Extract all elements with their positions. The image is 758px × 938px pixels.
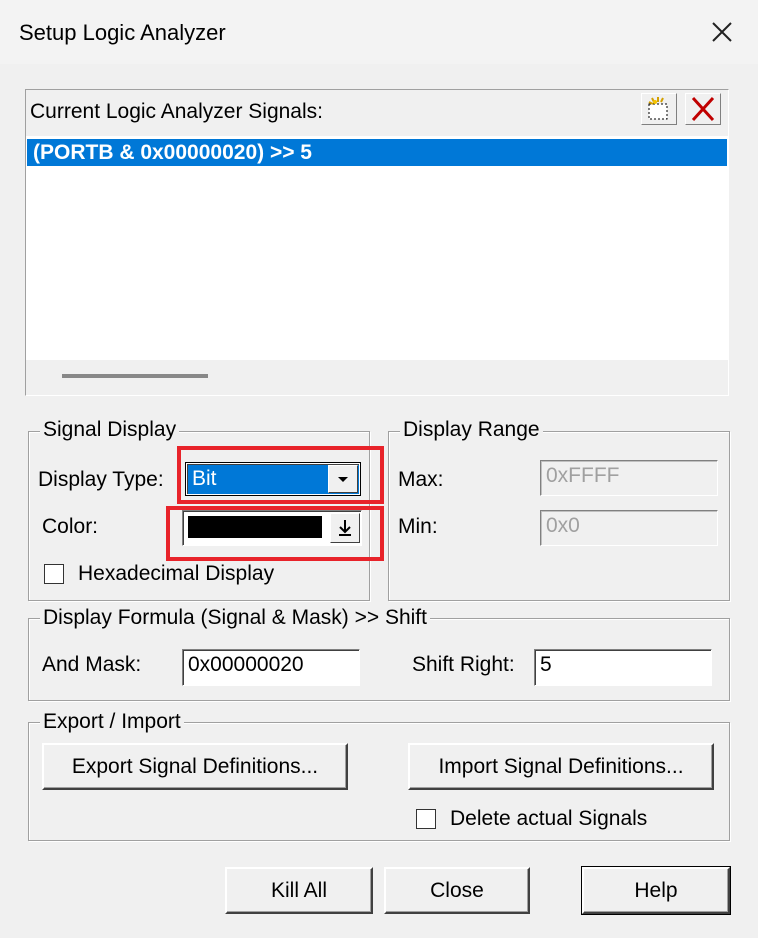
signals-listbox[interactable] bbox=[26, 136, 728, 360]
export-import-title: Export / Import bbox=[40, 710, 184, 734]
and-mask-label: And Mask: bbox=[42, 653, 142, 676]
shift-right-input[interactable]: 5 bbox=[534, 649, 712, 686]
display-range-title: Display Range bbox=[400, 418, 543, 442]
help-button[interactable]: Help bbox=[581, 866, 731, 915]
highlight-box-display-type bbox=[177, 446, 384, 504]
delete-signal-icon bbox=[691, 96, 715, 122]
kill-all-button[interactable]: Kill All bbox=[225, 867, 373, 914]
list-item[interactable]: (PORTB & 0x00000020) >> 5 bbox=[27, 139, 727, 166]
export-signal-definitions-button[interactable]: Export Signal Definitions... bbox=[42, 743, 348, 790]
highlight-box-color bbox=[166, 506, 384, 561]
max-field[interactable]: 0xFFFF bbox=[540, 460, 718, 496]
delete-actual-signals-label: Delete actual Signals bbox=[450, 807, 648, 830]
and-mask-input[interactable]: 0x00000020 bbox=[182, 649, 360, 686]
shift-right-label: Shift Right: bbox=[412, 653, 515, 676]
close-icon[interactable] bbox=[706, 16, 738, 48]
hexadecimal-checkbox[interactable] bbox=[44, 564, 64, 584]
close-button[interactable]: Close bbox=[384, 867, 530, 914]
new-signal-icon bbox=[648, 97, 668, 120]
min-label: Min: bbox=[398, 515, 438, 538]
new-signal-button[interactable] bbox=[641, 93, 677, 125]
scrollbar-thumb[interactable] bbox=[62, 374, 208, 378]
color-label: Color: bbox=[42, 515, 99, 538]
delete-signal-button[interactable] bbox=[685, 93, 721, 125]
max-label: Max: bbox=[398, 468, 444, 491]
hexadecimal-label: Hexadecimal Display bbox=[78, 562, 275, 585]
import-signal-definitions-button[interactable]: Import Signal Definitions... bbox=[408, 743, 714, 790]
delete-actual-signals-checkbox[interactable] bbox=[416, 809, 436, 829]
window-title: Setup Logic Analyzer bbox=[19, 20, 226, 45]
min-field[interactable]: 0x0 bbox=[540, 510, 718, 546]
display-formula-title: Display Formula (Signal & Mask) >> Shift bbox=[40, 606, 430, 630]
signal-display-title: Signal Display bbox=[40, 418, 180, 442]
display-type-label: Display Type: bbox=[38, 468, 164, 491]
signals-header-label: Current Logic Analyzer Signals: bbox=[30, 100, 323, 123]
